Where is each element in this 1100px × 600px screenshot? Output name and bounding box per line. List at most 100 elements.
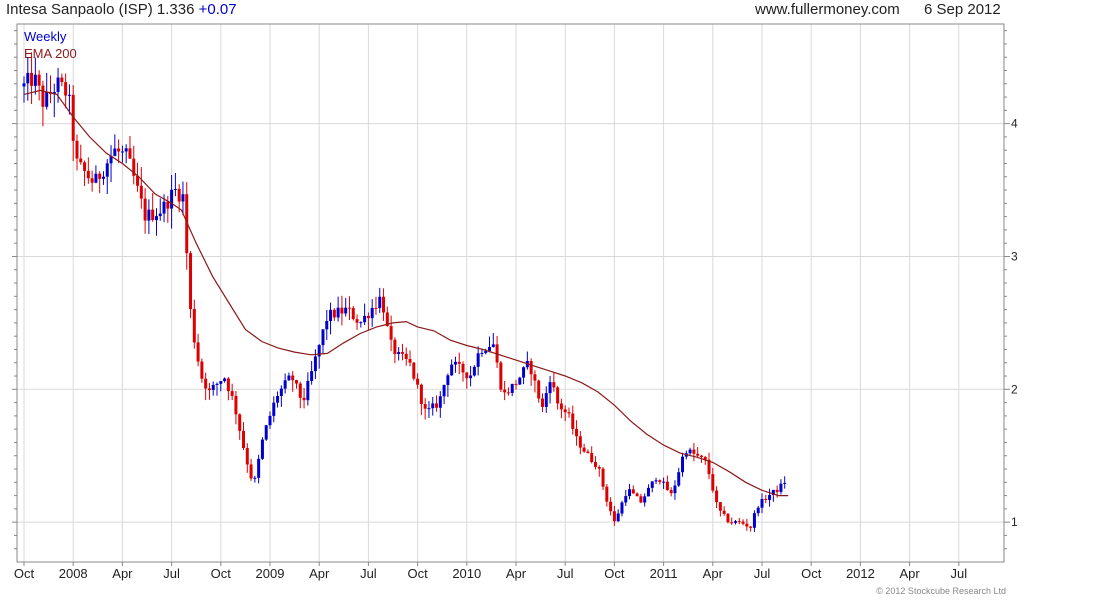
candle-down bbox=[234, 395, 238, 415]
candle-down bbox=[294, 380, 298, 384]
candle-down bbox=[389, 326, 393, 340]
candle-down bbox=[143, 198, 147, 221]
candle-up bbox=[173, 188, 177, 190]
x-tick-label: Oct bbox=[14, 566, 35, 581]
candle-up bbox=[643, 496, 647, 503]
candle-up bbox=[359, 322, 363, 324]
candle-up bbox=[469, 375, 473, 379]
x-tick-label: 2011 bbox=[650, 566, 678, 581]
x-tick-label: Jul bbox=[950, 566, 967, 581]
candle-down bbox=[552, 382, 556, 388]
candle-down bbox=[775, 489, 779, 492]
candle-up bbox=[211, 384, 215, 390]
candle-up bbox=[453, 361, 457, 365]
candle-down bbox=[529, 360, 533, 375]
candle-up bbox=[329, 309, 333, 322]
candle-down bbox=[423, 404, 427, 409]
x-tick-label: Oct bbox=[407, 566, 428, 581]
candle-down bbox=[408, 359, 412, 363]
candle-down bbox=[204, 378, 208, 389]
candle-down bbox=[291, 375, 295, 381]
candle-down bbox=[745, 523, 749, 527]
candle-up bbox=[181, 194, 185, 202]
candle-down bbox=[605, 486, 609, 502]
candle-down bbox=[37, 74, 41, 86]
candle-down bbox=[404, 353, 408, 360]
candle-down bbox=[571, 413, 575, 429]
candle-up bbox=[370, 307, 374, 319]
candle-down bbox=[586, 451, 590, 453]
candle-up bbox=[94, 173, 98, 183]
candle-up bbox=[313, 356, 317, 372]
candle-up bbox=[124, 148, 128, 152]
candle-up bbox=[170, 189, 174, 209]
candle-down bbox=[166, 201, 170, 209]
candle-down bbox=[355, 319, 359, 323]
candle-up bbox=[760, 499, 764, 508]
candle-down bbox=[699, 455, 703, 457]
x-tick-label: Apr bbox=[506, 566, 527, 581]
candle-down bbox=[416, 378, 420, 385]
candle-down bbox=[737, 521, 741, 523]
candle-down bbox=[730, 522, 734, 524]
candle-up bbox=[654, 480, 658, 482]
ema-200-line bbox=[23, 89, 789, 497]
candle-down bbox=[86, 170, 90, 179]
candle-up bbox=[253, 477, 257, 479]
candle-down bbox=[635, 493, 639, 497]
x-tick-label: 2010 bbox=[452, 566, 481, 581]
candle-up bbox=[783, 482, 787, 484]
candle-up bbox=[752, 513, 756, 528]
candle-down bbox=[351, 308, 355, 320]
candle-down bbox=[461, 363, 465, 373]
y-tick-label: 1 bbox=[1011, 515, 1018, 529]
candle-down bbox=[382, 296, 386, 313]
candle-up bbox=[120, 151, 124, 153]
candle-up bbox=[279, 388, 283, 396]
x-tick-label: 2008 bbox=[59, 566, 88, 581]
candle-down bbox=[393, 339, 397, 355]
candle-down bbox=[465, 372, 469, 379]
candle-up bbox=[438, 396, 442, 408]
candle-down bbox=[419, 384, 423, 405]
candle-up bbox=[628, 489, 632, 497]
candle-down bbox=[741, 521, 745, 524]
candle-down bbox=[669, 490, 673, 494]
candle-down bbox=[696, 453, 700, 456]
candle-up bbox=[306, 380, 310, 401]
candle-down bbox=[128, 148, 132, 159]
x-tick-label: Oct bbox=[801, 566, 822, 581]
candle-down bbox=[139, 185, 143, 199]
candle-up bbox=[325, 321, 329, 330]
candle-down bbox=[151, 209, 155, 221]
candle-down bbox=[563, 409, 567, 413]
x-tick-label: Oct bbox=[604, 566, 625, 581]
candle-down bbox=[366, 315, 370, 319]
candle-down bbox=[60, 77, 64, 83]
candle-up bbox=[56, 77, 60, 92]
candle-down bbox=[567, 412, 571, 414]
candle-down bbox=[540, 398, 544, 407]
candle-down bbox=[639, 496, 643, 503]
candle-up bbox=[215, 383, 219, 385]
candle-down bbox=[117, 148, 121, 152]
candle-down bbox=[75, 140, 79, 159]
candle-down bbox=[715, 490, 719, 503]
candle-down bbox=[503, 389, 507, 393]
candle-down bbox=[575, 428, 579, 437]
candle-up bbox=[276, 395, 280, 403]
candle-up bbox=[427, 408, 431, 410]
candle-down bbox=[593, 461, 597, 467]
candle-down bbox=[499, 362, 503, 390]
candle-up bbox=[113, 148, 117, 156]
candle-down bbox=[400, 352, 404, 354]
candle-down bbox=[559, 403, 563, 410]
candle-down bbox=[189, 253, 193, 310]
x-tick-label: Jul bbox=[163, 566, 180, 581]
candle-up bbox=[734, 521, 738, 523]
candle-up bbox=[344, 307, 348, 314]
candle-up bbox=[688, 449, 692, 454]
candle-up bbox=[223, 378, 227, 382]
candle-up bbox=[681, 456, 685, 473]
candle-down bbox=[64, 82, 68, 96]
